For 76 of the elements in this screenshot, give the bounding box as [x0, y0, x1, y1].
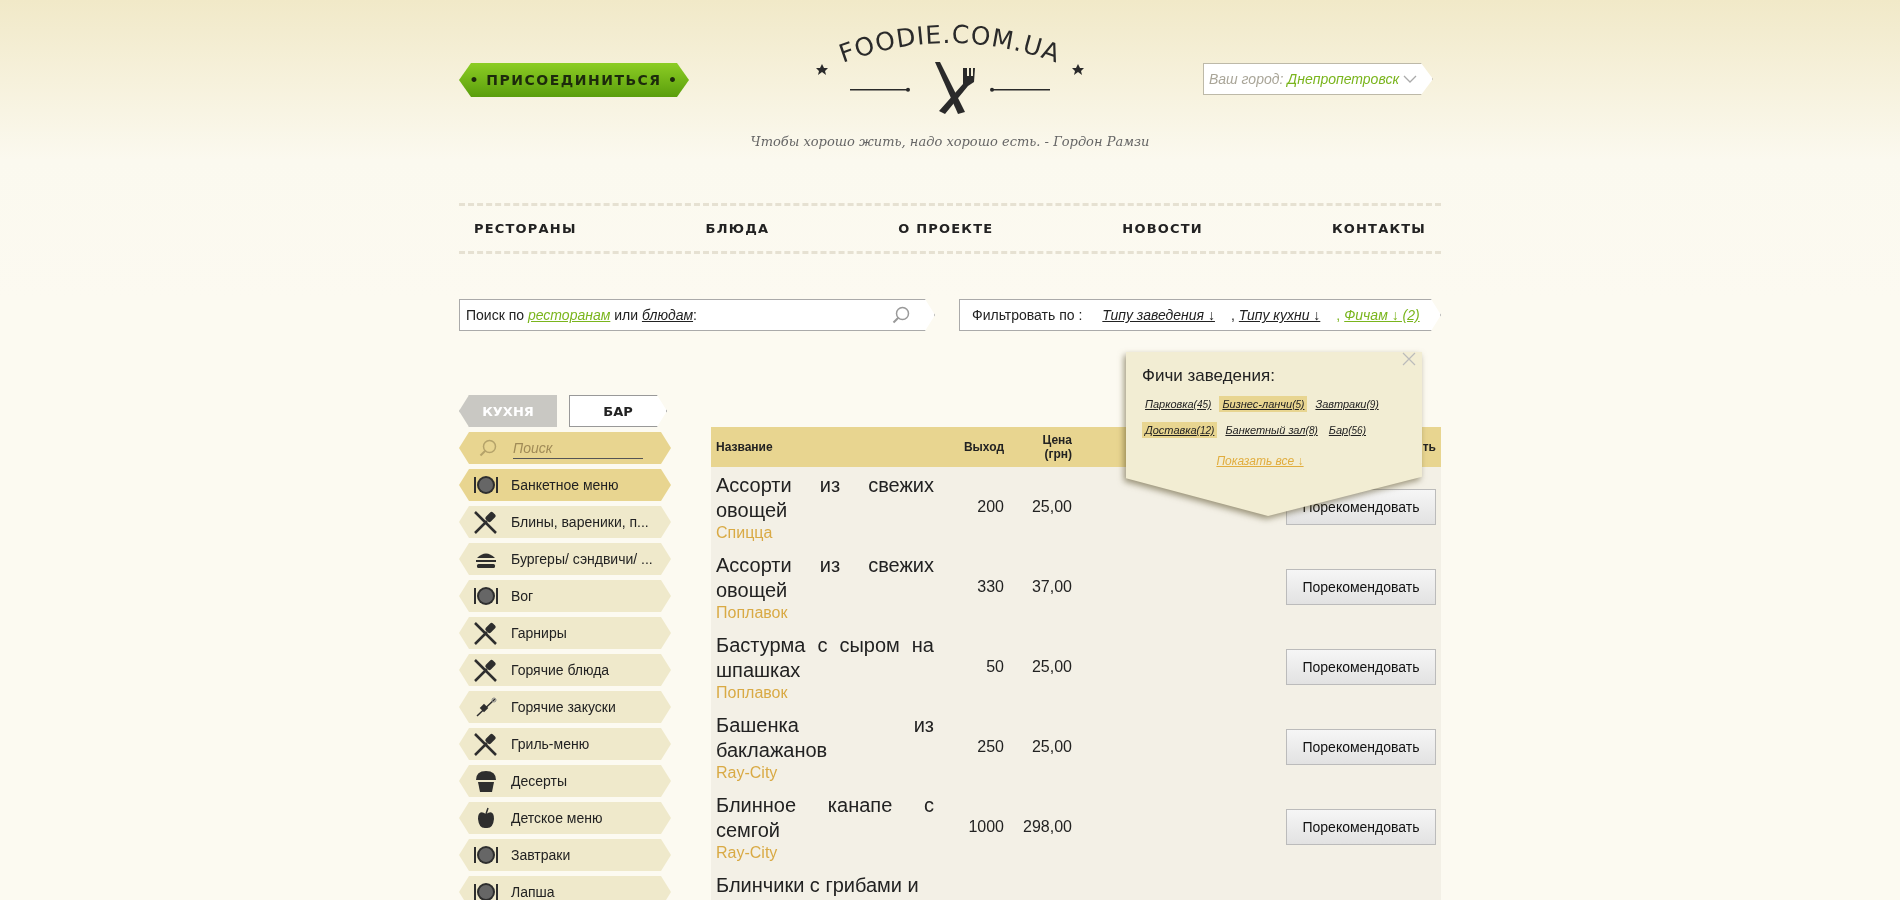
search-input[interactable]: Поиск — [513, 437, 643, 459]
logo[interactable]: FOODIE.COM.UA — [800, 10, 1100, 120]
table-cell-text: 330 — [976, 578, 1004, 596]
cutlery-icon — [473, 732, 499, 756]
table-cell-text: 37,00 — [1030, 578, 1072, 596]
cutlery-icon — [473, 621, 499, 645]
table-cell-text: 25,00 — [1030, 658, 1072, 676]
tagline: Чтобы хорошо жить, надо хорошо есть. - Гордон Рамзи — [749, 134, 1151, 149]
feature-tag[interactable]: Парковка(45) — [1142, 396, 1215, 412]
search-field[interactable]: Поиск по ресторанам или блюдам: — [459, 299, 935, 331]
table-cell-text: 298,00 — [1022, 818, 1072, 836]
recommend-button[interactable]: Порекомендовать — [1286, 649, 1436, 685]
category-tab[interactable]: БАР — [569, 395, 667, 427]
category-item[interactable]: Бургеры/ сэндвичи/ ... — [459, 543, 671, 575]
nav-link[interactable]: НОВОСТИ — [1122, 221, 1203, 236]
plate-icon — [473, 881, 499, 900]
table-cell-text: 200 — [976, 498, 1004, 516]
nav-link[interactable]: КОНТАКТЫ — [1331, 221, 1426, 236]
recommend-button[interactable]: Порекомендовать — [1286, 569, 1436, 605]
feature-tag[interactable]: Банкетный зал(8) — [1222, 422, 1321, 438]
chevron-down-icon — [1403, 74, 1417, 84]
table-cell-text: 250 — [976, 738, 1004, 756]
recommend-button[interactable]: Порекомендовать — [1286, 809, 1436, 845]
popup-title: Фичи заведения: — [1142, 366, 1276, 386]
cutlery-icon — [473, 510, 499, 534]
separator-comma: , — [1230, 307, 1235, 323]
cutlery-icon — [473, 658, 499, 682]
recommend-button[interactable]: Порекомендовать — [1286, 729, 1436, 765]
city-label: Ваш город: — [1208, 71, 1284, 87]
filter-label: Фильтровать по : — [972, 307, 1083, 323]
feature-tag[interactable]: Завтраки(9) — [1312, 396, 1382, 412]
feature-tag[interactable]: Доставка(12) — [1142, 422, 1218, 438]
search-icon — [479, 439, 497, 457]
table-cell-text: 25,00 — [1030, 738, 1072, 756]
category-item[interactable]: Детское меню — [459, 802, 671, 834]
column-header: Название — [715, 440, 774, 454]
plate-icon — [473, 474, 499, 496]
category-item[interactable]: Горячие блюда — [459, 654, 671, 686]
dish-name[interactable]: Бастурма с сыром на шпашках — [716, 632, 934, 683]
separator-comma: , — [1336, 307, 1341, 323]
category-item[interactable]: Десерты — [459, 765, 671, 797]
table-cell-text: 1000 — [967, 818, 1004, 836]
category-item[interactable]: Гарниры — [459, 617, 671, 649]
category-item[interactable]: Горячие закуски — [459, 691, 671, 723]
search-prompt: Поиск по ресторанам или блюдам: — [466, 307, 697, 323]
column-header: Цена (грн) — [1041, 433, 1072, 461]
dish-name[interactable]: Блинное канапе с семгой — [716, 792, 934, 843]
table-cell-text: 50 — [985, 658, 1004, 676]
nav-link[interactable]: О ПРОЕКТЕ — [898, 221, 994, 236]
dish-name[interactable]: Блинчики с грибами и — [716, 873, 934, 898]
feature-tag[interactable]: Бар(56) — [1325, 422, 1369, 438]
nav-link[interactable]: РЕСТОРАНЫ — [474, 221, 577, 236]
dish-name[interactable]: Ассорти из свежих овощей — [716, 552, 934, 603]
feature-tag[interactable]: Бизнес-ланчи(5) — [1219, 396, 1308, 412]
close-icon[interactable] — [1402, 352, 1416, 366]
plate-icon — [473, 844, 499, 866]
column-header: Выход — [962, 440, 1004, 454]
filter-link[interactable]: Типу заведения ↓ — [1102, 307, 1215, 323]
join-button[interactable]: • ПРИСОЕДИНИТЬСЯ • — [459, 63, 689, 97]
category-item[interactable]: Вог — [459, 580, 671, 612]
category-item[interactable]: Блины, вареники, п... — [459, 506, 671, 538]
column-header: ть — [1421, 440, 1437, 454]
category-item[interactable]: Завтраки — [459, 839, 671, 871]
sidebar-search-field[interactable]: Поиск — [459, 432, 671, 464]
category-item[interactable]: Лапша — [459, 876, 671, 900]
muffin-icon — [473, 769, 499, 793]
nav-link[interactable]: БЛЮДА — [705, 221, 770, 236]
plate-icon — [473, 585, 499, 607]
dish-name[interactable]: Башенка из баклажанов — [716, 712, 934, 763]
filter-link[interactable]: Типу кухни ↓ — [1238, 307, 1321, 323]
dish-name[interactable]: Ассорти из свежих овощей — [716, 472, 934, 523]
search-icon[interactable] — [892, 306, 910, 324]
category-item[interactable]: Гриль-меню — [459, 728, 671, 760]
city-value: Днепропетровск — [1287, 71, 1399, 87]
category-item[interactable]: Банкетное меню — [459, 469, 671, 501]
table-cell-text: 25,00 — [1030, 498, 1072, 516]
